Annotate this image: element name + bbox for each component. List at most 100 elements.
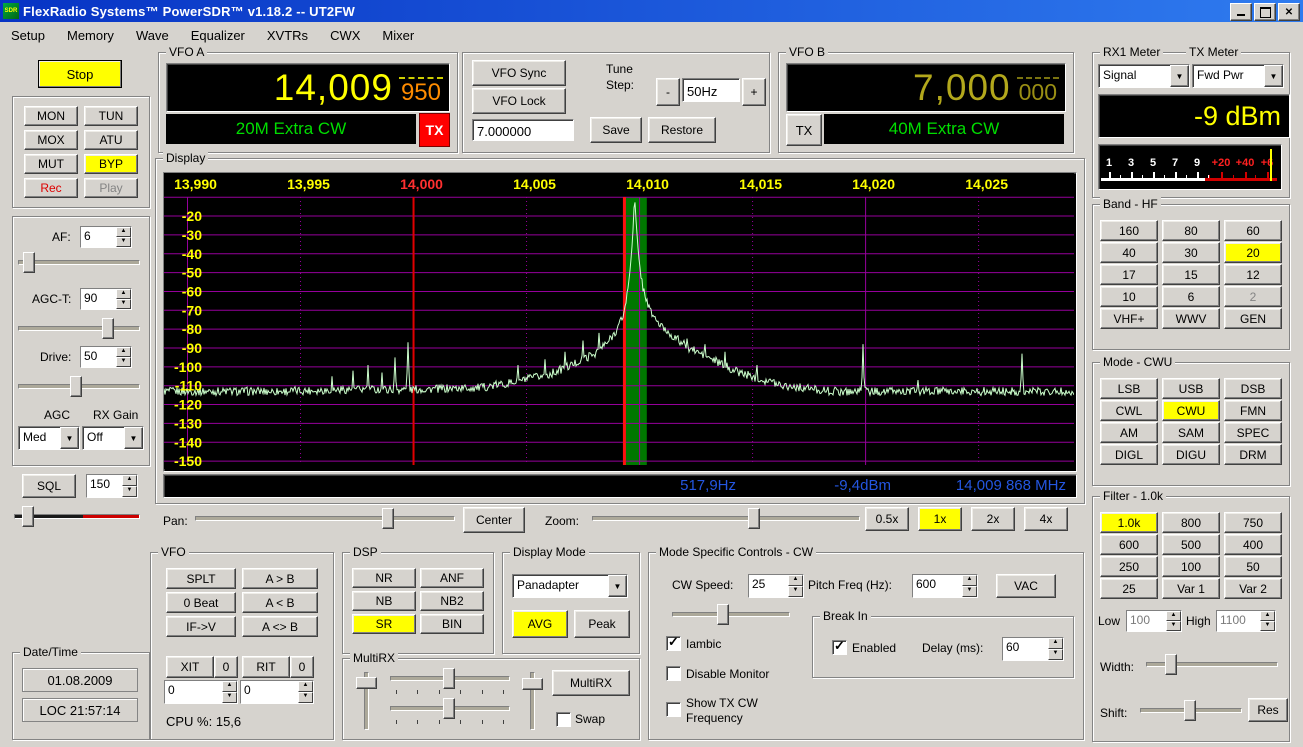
filter-button-400[interactable]: 400	[1224, 534, 1282, 555]
mode-button-lsb[interactable]: LSB	[1100, 378, 1158, 399]
chevron-down-icon[interactable]: ▼	[124, 427, 143, 449]
slider-thumb[interactable]	[70, 376, 83, 397]
panadapter-display[interactable]: 13,990 13,995 14,000 14,005 14,010 14,015 14,0…	[163, 172, 1077, 472]
band-button-30[interactable]: 30	[1162, 242, 1220, 263]
drive-stepper[interactable]: 50 ▲ ▼	[80, 346, 132, 368]
mode-button-am[interactable]: AM	[1100, 422, 1158, 443]
xit-zero-button[interactable]: 0	[214, 656, 238, 678]
tune-step-up-button[interactable]: +	[742, 78, 766, 106]
band-button-2[interactable]: 2	[1224, 286, 1282, 307]
minimize-button[interactable]	[1230, 3, 1252, 21]
filter-button-600[interactable]: 600	[1100, 534, 1158, 555]
transport-button-play[interactable]: Play	[84, 178, 138, 198]
drive-slider[interactable]	[18, 376, 140, 397]
transport-button-rec[interactable]: Rec	[24, 178, 78, 198]
pitch-freq-stepper[interactable]: 600 ▲ ▼	[912, 574, 978, 598]
filter-low-stepper[interactable]: 100 ▲ ▼	[1126, 610, 1182, 632]
mode-button-digu[interactable]: DIGU	[1162, 444, 1220, 465]
filter-width-slider[interactable]	[1146, 654, 1278, 675]
filter-button-100[interactable]: 100	[1162, 556, 1220, 577]
chevron-down-icon[interactable]: ▼	[1264, 65, 1283, 87]
agct-stepper[interactable]: 90 ▲ ▼	[80, 288, 132, 310]
sql-slider[interactable]	[14, 506, 140, 527]
vfo-lock-button[interactable]: VFO Lock	[472, 88, 566, 114]
band-button-60[interactable]: 60	[1224, 220, 1282, 241]
filter-high-stepper[interactable]: 1100 ▲ ▼	[1216, 610, 1276, 632]
transport-button-byp[interactable]: BYP	[84, 154, 138, 174]
save-button[interactable]: Save	[590, 117, 642, 143]
slider-thumb[interactable]	[356, 676, 377, 689]
peak-button[interactable]: Peak	[574, 610, 630, 638]
band-button-15[interactable]: 15	[1162, 264, 1220, 285]
maximize-button[interactable]	[1254, 3, 1276, 21]
mode-button-spec[interactable]: SPEC	[1224, 422, 1282, 443]
slider-thumb[interactable]	[442, 668, 455, 689]
slider-thumb[interactable]	[22, 252, 35, 273]
vac-button[interactable]: VAC	[996, 574, 1056, 598]
chevron-down-icon[interactable]: ▼	[1170, 65, 1189, 87]
restore-button[interactable]: Restore	[648, 117, 716, 143]
menu-wave[interactable]: Wave	[125, 25, 180, 46]
vfoa-tx-indicator[interactable]: TX	[419, 113, 450, 147]
slider-track[interactable]	[592, 516, 860, 521]
slider-track[interactable]	[18, 260, 140, 265]
slider-thumb[interactable]	[442, 698, 455, 719]
vfoa-frequency-display[interactable]: 14,009 950	[166, 63, 450, 112]
zoom-button-1x[interactable]: 1x	[918, 507, 962, 531]
sql-button[interactable]: SQL	[22, 474, 76, 498]
band-button-vhf+[interactable]: VHF+	[1100, 308, 1158, 329]
menu-cwx[interactable]: CWX	[319, 25, 371, 46]
menu-memory[interactable]: Memory	[56, 25, 125, 46]
band-button-10[interactable]: 10	[1100, 286, 1158, 307]
slider-track[interactable]	[195, 516, 455, 521]
dsp-button-bin[interactable]: BIN	[420, 614, 484, 634]
rit-zero-button[interactable]: 0	[290, 656, 314, 678]
vfo-button-if-v[interactable]: IF->V	[166, 616, 236, 637]
mode-button-sam[interactable]: SAM	[1162, 422, 1220, 443]
break-in-enabled-checkbox[interactable]	[832, 638, 847, 655]
filter-button-250[interactable]: 250	[1100, 556, 1158, 577]
mode-button-fmn[interactable]: FMN	[1224, 400, 1282, 421]
tune-step-value[interactable]	[682, 78, 740, 102]
multirx-sub-volume-slider[interactable]	[522, 672, 543, 730]
cw-speed-slider[interactable]	[672, 604, 790, 625]
memory-frequency-input[interactable]	[472, 119, 574, 141]
display-mode-select[interactable]: Panadapter ▼	[512, 574, 628, 598]
multirx-button[interactable]: MultiRX	[552, 670, 630, 696]
dsp-button-nr[interactable]: NR	[352, 568, 416, 588]
mode-button-cwl[interactable]: CWL	[1100, 400, 1158, 421]
band-button-12[interactable]: 12	[1224, 264, 1282, 285]
mode-button-dsb[interactable]: DSB	[1224, 378, 1282, 399]
slider-track[interactable]	[672, 612, 790, 617]
xit-stepper[interactable]: 0 ▲ ▼	[164, 680, 238, 704]
band-button-6[interactable]: 6	[1162, 286, 1220, 307]
band-button-gen[interactable]: GEN	[1224, 308, 1282, 329]
menu-mixer[interactable]: Mixer	[371, 25, 425, 46]
chevron-down-icon[interactable]: ▼	[608, 575, 627, 597]
dsp-button-sr[interactable]: SR	[352, 614, 416, 634]
show-tx-cw-checkbox[interactable]	[666, 702, 681, 717]
vfo-button-0-beat[interactable]: 0 Beat	[166, 592, 236, 613]
af-slider[interactable]	[18, 252, 140, 273]
rit-button[interactable]: RIT	[242, 656, 290, 678]
band-button-wwv[interactable]: WWV	[1162, 308, 1220, 329]
zoom-slider[interactable]	[592, 508, 860, 529]
menu-setup[interactable]: Setup	[0, 25, 56, 46]
slider-thumb[interactable]	[1164, 654, 1177, 675]
filter-button-800[interactable]: 800	[1162, 512, 1220, 533]
band-button-160[interactable]: 160	[1100, 220, 1158, 241]
multirx-pan2-slider[interactable]	[390, 698, 510, 719]
mode-button-digl[interactable]: DIGL	[1100, 444, 1158, 465]
dsp-button-nb2[interactable]: NB2	[420, 591, 484, 611]
zoom-button-4x[interactable]: 4x	[1024, 507, 1068, 531]
menu-equalizer[interactable]: Equalizer	[180, 25, 256, 46]
vfo-sync-button[interactable]: VFO Sync	[472, 60, 566, 86]
swap-checkbox[interactable]	[556, 712, 571, 727]
multirx-pan1-slider[interactable]	[390, 668, 510, 689]
title-bar[interactable]: SDR FlexRadio Systems™ PowerSDR™ v1.18.2…	[0, 0, 1303, 22]
cw-speed-stepper[interactable]: 25 ▲ ▼	[748, 574, 804, 598]
transport-button-tun[interactable]: TUN	[84, 106, 138, 126]
slider-thumb[interactable]	[1183, 700, 1196, 721]
filter-button-500[interactable]: 500	[1162, 534, 1220, 555]
zoom-button-0.5x[interactable]: 0.5x	[865, 507, 909, 531]
